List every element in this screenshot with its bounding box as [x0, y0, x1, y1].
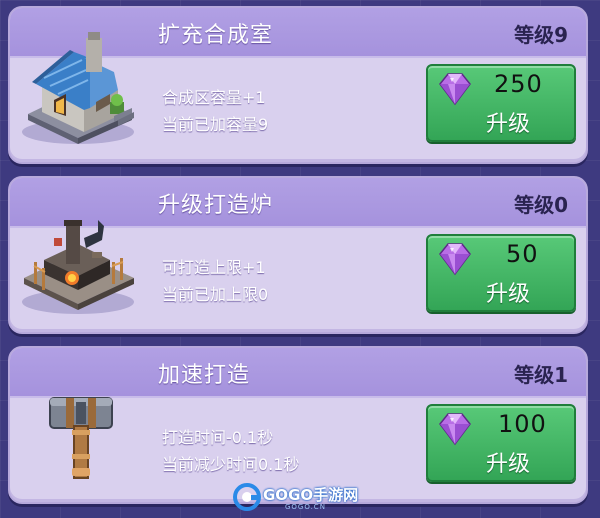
purple-gem-icon	[439, 73, 471, 106]
upgrade-button[interactable]: 250 升级	[426, 64, 576, 142]
watermark-logo-icon	[233, 483, 261, 511]
card-level: 等级9	[514, 23, 568, 47]
cost-value: 100	[498, 410, 547, 438]
upgrade-button-label: 升级	[486, 112, 531, 137]
upgrade-button[interactable]: 100 升级	[426, 404, 576, 482]
card-title: 升级打造炉	[158, 193, 274, 218]
upgrade-button-label: 升级	[486, 282, 531, 307]
upgrade-card-forge: 升级打造炉 等级0 可打造上限+1 当前已加上限0 50 升级	[8, 176, 588, 334]
watermark-subtext: GOGO.CN	[285, 503, 326, 511]
card-level: 等级0	[514, 193, 568, 217]
card-title: 扩充合成室	[158, 23, 274, 48]
purple-gem-icon	[439, 243, 471, 276]
purple-gem-icon	[439, 413, 471, 446]
watermark-text: GOGO手游网	[263, 486, 359, 504]
effect-text: 可打造上限+1	[162, 258, 266, 277]
card-description: 可打造上限+1 当前已加上限0	[162, 254, 268, 308]
forge-building-icon	[14, 198, 142, 318]
effect-text: 合成区容量+1	[162, 88, 266, 107]
upgrade-button[interactable]: 50 升级	[426, 234, 576, 312]
hammer-icon	[14, 368, 142, 488]
card-title: 加速打造	[158, 363, 251, 388]
upgrade-button-label: 升级	[486, 452, 531, 477]
current-bonus-text: 当前已加上限0	[162, 285, 269, 304]
site-watermark: GOGO手游网 GOGO.CN	[233, 481, 371, 513]
effect-text: 打造时间-0.1秒	[162, 428, 274, 447]
card-level: 等级1	[514, 363, 568, 387]
current-bonus-text: 当前减少时间0.1秒	[162, 455, 300, 474]
cost-value: 250	[494, 70, 543, 98]
current-bonus-text: 当前已加容量9	[162, 115, 269, 134]
upgrade-card-expand-workshop: 扩充合成室 等级9 合成区容量+1 当前已加容量9 250 升级	[8, 6, 588, 164]
card-description: 合成区容量+1 当前已加容量9	[162, 84, 268, 138]
cost-value: 50	[506, 240, 539, 268]
stone-house-icon	[14, 28, 142, 148]
card-description: 打造时间-0.1秒 当前减少时间0.1秒	[162, 424, 299, 478]
